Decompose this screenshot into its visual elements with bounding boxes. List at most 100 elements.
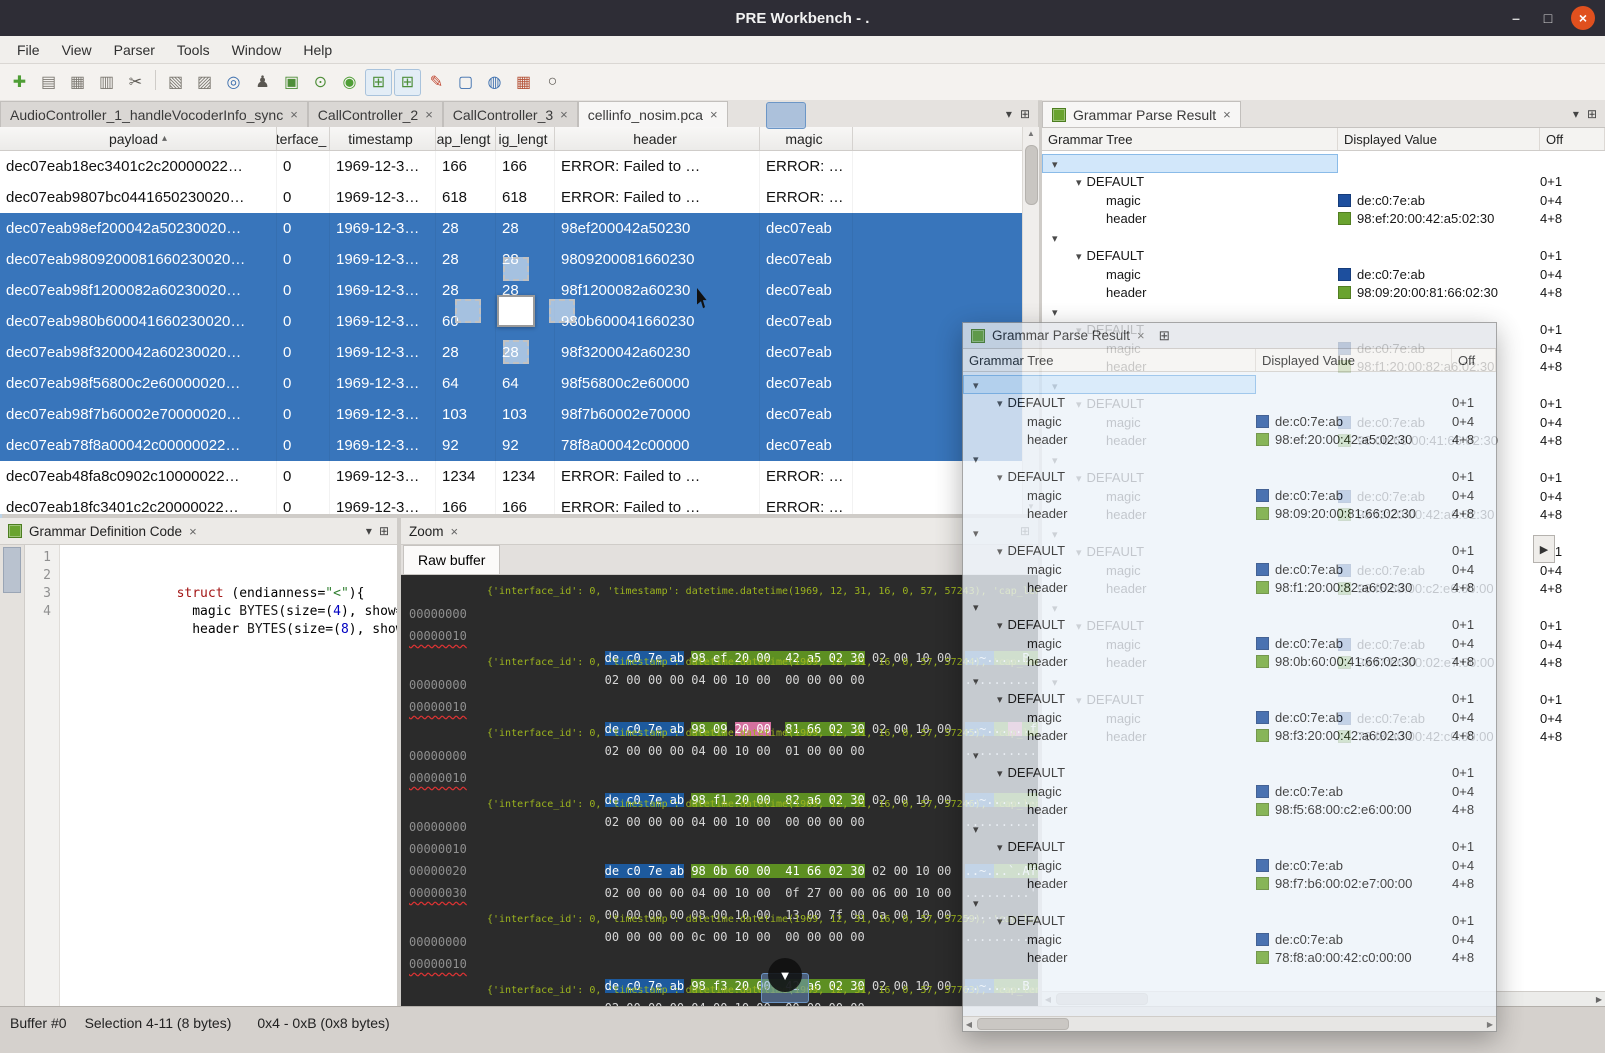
table-row[interactable]: dec07eab48fa8c0902c10000022… 0 1969-12-3… (0, 461, 1038, 492)
hex-line[interactable]: 00000010 02 00 00 00 04 00 10 00 00 00 0… (409, 625, 1038, 647)
annotate-icon[interactable]: ✎ (423, 69, 450, 96)
tab-close-icon[interactable]: × (290, 107, 298, 122)
tab-close-icon[interactable]: × (1223, 107, 1231, 122)
leaf-icon[interactable]: ◉ (336, 69, 363, 96)
paste-icon[interactable]: ▥ (93, 69, 120, 96)
toolbar-separator[interactable] (151, 69, 160, 96)
web-search-icon[interactable]: ◍ (481, 69, 508, 96)
tab-close-icon[interactable]: × (425, 107, 433, 122)
tree-row-root[interactable] (1042, 302, 1605, 321)
chevron-down-icon[interactable] (997, 543, 1003, 558)
tree-row-default[interactable]: DEFAULT 0+1 (963, 838, 1496, 857)
chevron-down-icon[interactable] (1076, 248, 1082, 263)
user-icon[interactable]: ♟ (249, 69, 276, 96)
bug-icon[interactable]: ⊙ (307, 69, 334, 96)
print-icon[interactable]: ▨ (191, 69, 218, 96)
title-bar[interactable]: PRE Workbench - . – □ × (0, 0, 1605, 36)
chevron-down-icon[interactable] (997, 839, 1003, 854)
chevron-down-icon[interactable] (973, 821, 979, 836)
tree-row-magic[interactable]: magic de:c0:7e:ab 0+4 (963, 856, 1496, 875)
find-document-icon[interactable]: ◎ (220, 69, 247, 96)
column-header[interactable]: header (555, 127, 760, 150)
column-header[interactable]: Off (1452, 349, 1496, 371)
tree-row-header[interactable]: header 98:ef:20:00:42:a5:02:30 4+8 (963, 431, 1496, 450)
menu-item[interactable]: File (6, 36, 51, 63)
grid-view-icon-1[interactable]: ⊞ (365, 69, 392, 96)
column-header[interactable]: payload▴ (0, 127, 277, 150)
chevron-down-icon[interactable] (1076, 174, 1082, 189)
code-area[interactable]: 1 struct (endianness="<"){ 2 magic BYTES… (25, 545, 397, 1006)
column-header[interactable]: ig_lengt (496, 127, 555, 150)
hex-line[interactable]: 00000000 de c0 7e ab 98 09 20 00 81 66 0… (409, 674, 1038, 696)
column-header[interactable]: Displayed Value (1256, 349, 1452, 371)
chevron-down-icon[interactable] (997, 617, 1003, 632)
hex-bytes[interactable]: de c0 7e ab 98 ef 20 00 42 a5 02 30 02 0… (489, 603, 841, 625)
tree-row-header[interactable]: header 98:f1:20:00:82:a6:02:30 4+8 (963, 579, 1496, 598)
horizontal-scrollbar[interactable]: ◀ ▶ (963, 1016, 1496, 1031)
tree-row-root[interactable] (963, 449, 1496, 468)
tree-row-header[interactable]: header 98:09:20:00:81:66:02:30 4+8 (1042, 284, 1605, 303)
tab-list-menu-icon[interactable]: ▾ (1573, 107, 1579, 121)
tree-row-default[interactable]: DEFAULT 0+1 (963, 616, 1496, 635)
tree-row-header[interactable]: header 78:f8:a0:00:42:c0:00:00 4+8 (963, 949, 1496, 968)
image-icon[interactable]: ▣ (278, 69, 305, 96)
tree-row-magic[interactable]: magic de:c0:7e:ab 0+4 (963, 930, 1496, 949)
column-header[interactable]: timestamp (330, 127, 436, 150)
tree-row-root[interactable] (1042, 154, 1605, 173)
tree-row-default[interactable]: DEFAULT 0+1 (963, 542, 1496, 561)
chevron-down-icon[interactable] (997, 691, 1003, 706)
scroll-left-icon[interactable]: ◀ (963, 1020, 975, 1029)
editor-tab[interactable]: CallController_3 × (443, 101, 578, 127)
tree-row-root[interactable] (963, 597, 1496, 616)
grammar-parse-result-window[interactable]: Grammar Parse Result × ⊞ Grammar TreeDis… (962, 322, 1497, 1032)
chevron-down-icon[interactable] (1052, 230, 1058, 245)
table-row[interactable]: dec07eab98f56800c2e60000020… 0 1969-12-3… (0, 368, 1038, 399)
tree-row-root[interactable] (1042, 228, 1605, 247)
hex-bytes[interactable]: 02 00 00 00 04 00 10 00 0f 27 00 00 06 0… (489, 838, 841, 860)
tree-row-default[interactable]: DEFAULT 0+1 (963, 764, 1496, 783)
hex-line[interactable]: 00000000 de c0 7e ab 98 0b 60 00 41 66 0… (409, 816, 1038, 838)
tree-row-header[interactable]: header 98:ef:20:00:42:a5:02:30 4+8 (1042, 210, 1605, 229)
chevron-down-icon[interactable] (973, 673, 979, 688)
chevron-down-icon[interactable] (973, 599, 979, 614)
scroll-right-icon[interactable]: ▶ (1593, 995, 1605, 1004)
column-header[interactable]: terface_ (277, 127, 330, 150)
hex-bytes[interactable]: 02 00 00 00 04 00 10 00 00 00 00 00 (489, 767, 841, 789)
tree-row-magic[interactable]: magic de:c0:7e:ab 0+4 (963, 412, 1496, 431)
search-icon[interactable]: ○ (539, 69, 566, 96)
tree-row-root[interactable] (963, 671, 1496, 690)
tab-list-menu-icon[interactable]: ▾ (1006, 107, 1012, 121)
chevron-down-icon[interactable] (997, 395, 1003, 410)
chevron-down-icon[interactable] (973, 525, 979, 540)
menu-item[interactable]: Window (221, 36, 293, 63)
chevron-down-icon[interactable] (973, 747, 979, 762)
tree-row-root[interactable] (963, 375, 1496, 394)
tree-row-root[interactable] (963, 819, 1496, 838)
editor-tab[interactable]: cellinfo_nosim.pca × (578, 101, 728, 127)
tab-raw-buffer[interactable]: Raw buffer (403, 545, 500, 574)
window-close-icon[interactable]: × (1137, 328, 1145, 343)
tab-grammar-parse-result[interactable]: Grammar Parse Result × (1042, 101, 1241, 127)
scrollbar-thumb[interactable] (3, 547, 21, 593)
hex-bytes[interactable]: de c0 7e ab 98 f3 20 00 42 a6 02 30 02 0… (489, 931, 841, 953)
tree-row-magic[interactable]: magic de:c0:7e:ab 0+4 (963, 560, 1496, 579)
tree-row-root[interactable] (963, 893, 1496, 912)
duplicate-icon[interactable]: ▧ (162, 69, 189, 96)
new-file-icon[interactable]: ✚ (6, 69, 33, 96)
tree-row-default[interactable]: DEFAULT 0+1 (963, 912, 1496, 931)
column-header[interactable]: Off (1540, 128, 1605, 150)
grid-view-icon-2[interactable]: ⊞ (394, 69, 421, 96)
hex-line[interactable]: 00000000 de c0 7e ab 98 ef 20 00 42 a5 0… (409, 603, 1038, 625)
scroll-up-icon[interactable]: ▲ (1023, 127, 1039, 141)
editor-scrollbar[interactable] (0, 545, 25, 1006)
tree-row-magic[interactable]: magic de:c0:7e:ab 0+4 (1042, 191, 1605, 210)
tree-row-header[interactable]: header 98:0b:60:00:41:66:02:30 4+8 (963, 653, 1496, 672)
hex-line[interactable]: 00000010 02 00 00 00 04 00 10 00 01 00 0… (409, 696, 1038, 718)
hex-bytes[interactable]: de c0 7e ab 98 f1 20 00 82 a6 02 30 02 0… (489, 745, 841, 767)
column-header[interactable]: ap_lengt (436, 127, 496, 150)
column-header[interactable]: Displayed Value (1338, 128, 1540, 150)
panel-close-icon[interactable]: × (451, 524, 459, 539)
tab-close-icon[interactable]: × (560, 107, 568, 122)
scrollbar-thumb[interactable] (1025, 145, 1038, 205)
scroll-right-icon[interactable]: ▶ (1484, 1020, 1496, 1029)
